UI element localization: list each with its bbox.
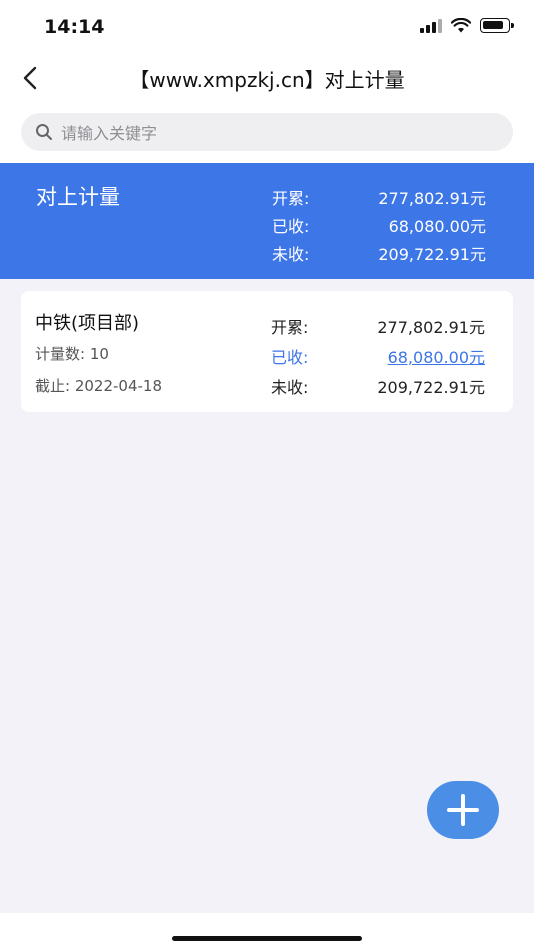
summary-value: 209,722.91元 <box>378 245 486 264</box>
project-name: 中铁(项目部) <box>35 313 140 334</box>
card-value: 209,722.91元 <box>377 378 485 397</box>
summary-row-total: 开累: 277,802.91元 <box>272 183 486 211</box>
top-bar: 14:14 【www.xmpzkj.cn】对上计量 请输入关键字 <box>0 0 534 163</box>
card-label: 未收: <box>271 378 309 397</box>
home-indicator[interactable] <box>172 936 362 941</box>
card-row-received[interactable]: 已收: 68,080.00元 <box>271 341 485 371</box>
summary-value: 68,080.00元 <box>388 217 486 236</box>
add-button[interactable] <box>427 781 499 839</box>
card-label-received: 已收: <box>271 348 309 367</box>
card-amounts: 开累: 277,802.91元 已收: 68,080.00元 未收: 209,7… <box>271 311 485 401</box>
summary-row-unreceived: 未收: 209,722.91元 <box>272 239 486 267</box>
wifi-icon <box>451 18 471 33</box>
card-label: 开累: <box>271 318 309 337</box>
plus-icon <box>447 794 479 826</box>
summary-label: 未收: <box>272 245 310 264</box>
chevron-left-icon[interactable] <box>18 64 46 92</box>
card-value: 277,802.91元 <box>377 318 485 337</box>
summary-label: 已收: <box>272 217 310 236</box>
summary-value: 277,802.91元 <box>378 189 486 208</box>
screen: 14:14 【www.xmpzkj.cn】对上计量 请输入关键字 对上计量 开累… <box>0 0 534 950</box>
measurement-count: 计量数: 10 <box>35 345 109 363</box>
bottom-bar <box>0 913 534 950</box>
summary-panel: 对上计量 开累: 277,802.91元 已收: 68,080.00元 未收: … <box>0 163 534 279</box>
received-amount-link[interactable]: 68,080.00元 <box>388 344 485 368</box>
cellular-signal-icon <box>420 18 442 33</box>
search-icon <box>36 124 52 140</box>
card-row-unreceived: 未收: 209,722.91元 <box>271 371 485 401</box>
battery-icon <box>480 18 514 33</box>
card-row-total: 开累: 277,802.91元 <box>271 311 485 341</box>
search-bar[interactable]: 请输入关键字 <box>21 113 513 151</box>
page-title: 【www.xmpzkj.cn】对上计量 <box>129 68 405 92</box>
status-time: 14:14 <box>44 16 105 38</box>
summary-row-received: 已收: 68,080.00元 <box>272 211 486 239</box>
search-placeholder: 请输入关键字 <box>61 124 158 143</box>
status-icons <box>420 18 514 33</box>
summary-rows: 开累: 277,802.91元 已收: 68,080.00元 未收: 209,7… <box>272 183 486 267</box>
summary-label: 开累: <box>272 189 310 208</box>
summary-title: 对上计量 <box>36 185 120 209</box>
project-card[interactable]: 中铁(项目部) 计量数: 10 截止: 2022-04-18 开累: 277,8… <box>21 291 513 412</box>
cutoff-date: 截止: 2022-04-18 <box>35 377 162 395</box>
